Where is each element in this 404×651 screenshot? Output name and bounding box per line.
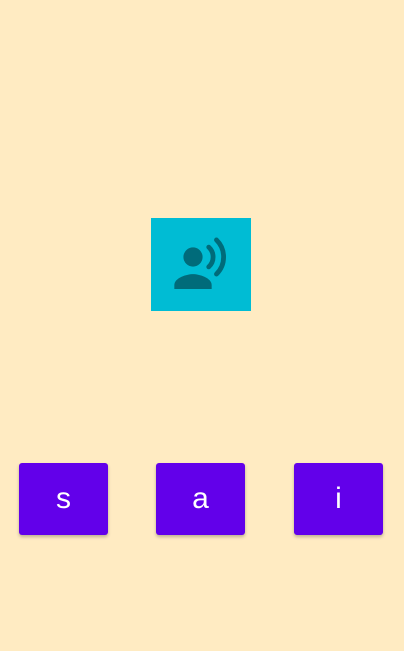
letter-choices: s a i: [0, 463, 404, 536]
letter-button-a[interactable]: a: [156, 463, 245, 535]
speak-button[interactable]: [151, 218, 251, 311]
letter-button-i[interactable]: i: [294, 463, 383, 535]
letter-button-s[interactable]: s: [19, 463, 108, 535]
record-voice-icon: [169, 233, 233, 297]
